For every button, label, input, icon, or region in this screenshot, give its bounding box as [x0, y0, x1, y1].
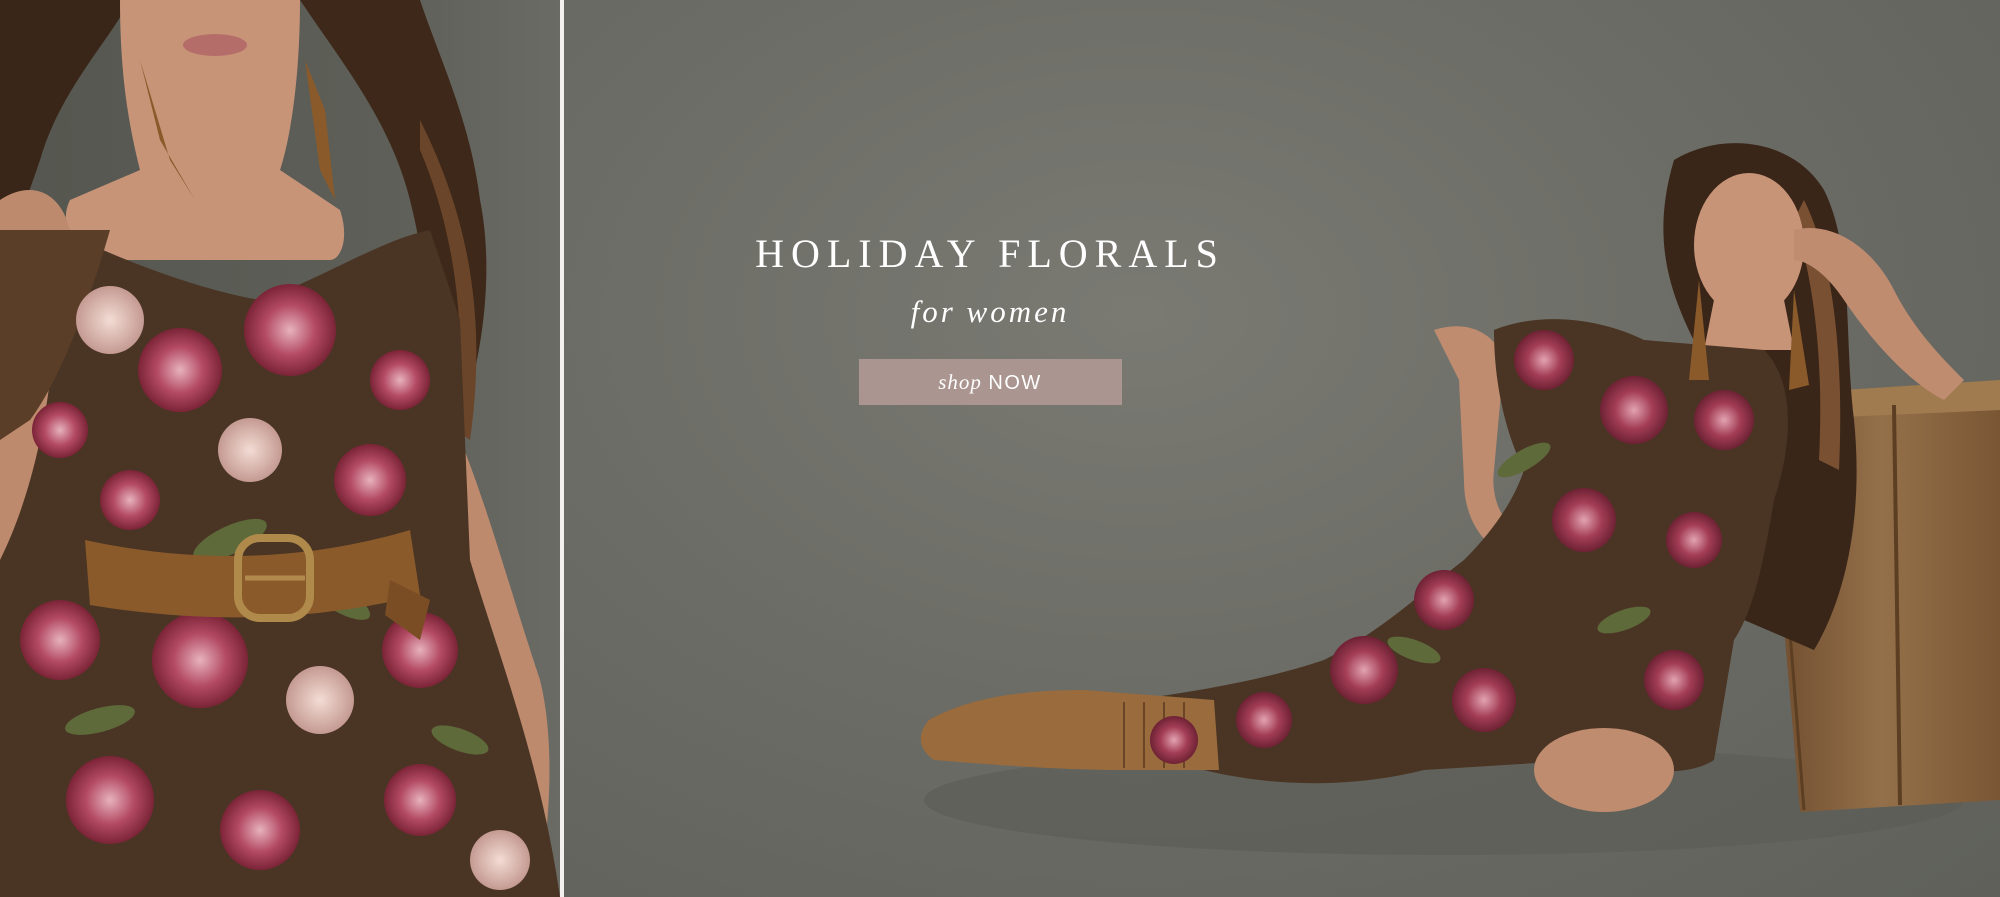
model-reclining-illustration	[920, 143, 2000, 855]
hero-text-block: HOLIDAY FLORALS for women shop NOW	[740, 220, 1240, 405]
model-reclining-photo	[564, 0, 2000, 897]
hero-banner[interactable]: HOLIDAY FLORALS for women shop NOW	[0, 0, 2000, 897]
hero-subheadline: for women	[910, 294, 1070, 329]
model-closeup-photo	[0, 0, 560, 897]
shop-now-button[interactable]: shop NOW	[858, 359, 1122, 405]
hero-headline: HOLIDAY FLORALS	[755, 231, 1225, 276]
shop-now-button-shop-text: shop	[938, 370, 982, 394]
shop-now-button-now-text: NOW	[988, 372, 1042, 394]
model-closeup-illustration	[0, 0, 560, 897]
